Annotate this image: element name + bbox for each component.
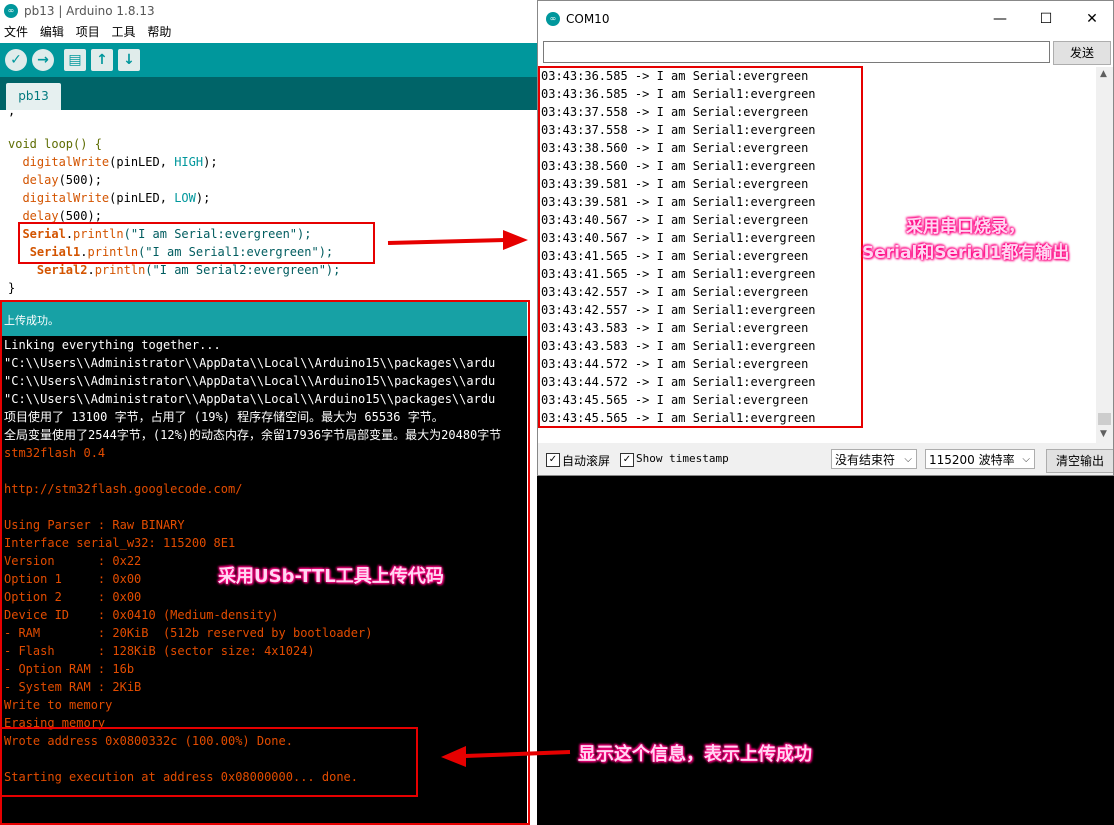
arrow-to-serial-output: [387, 230, 528, 250]
serial-output-callout-line2: Serial和Serial1都有输出: [862, 243, 1070, 263]
annotation-arrows: [387, 230, 571, 767]
serial-output-callout-line1: 采用串口烧录，: [906, 217, 1025, 237]
arrow-to-success-message: [441, 746, 571, 767]
upload-tool-callout: 采用USb-TTL工具上传代码: [218, 566, 444, 587]
upload-success-callout: 显示这个信息，表示上传成功: [578, 744, 812, 765]
